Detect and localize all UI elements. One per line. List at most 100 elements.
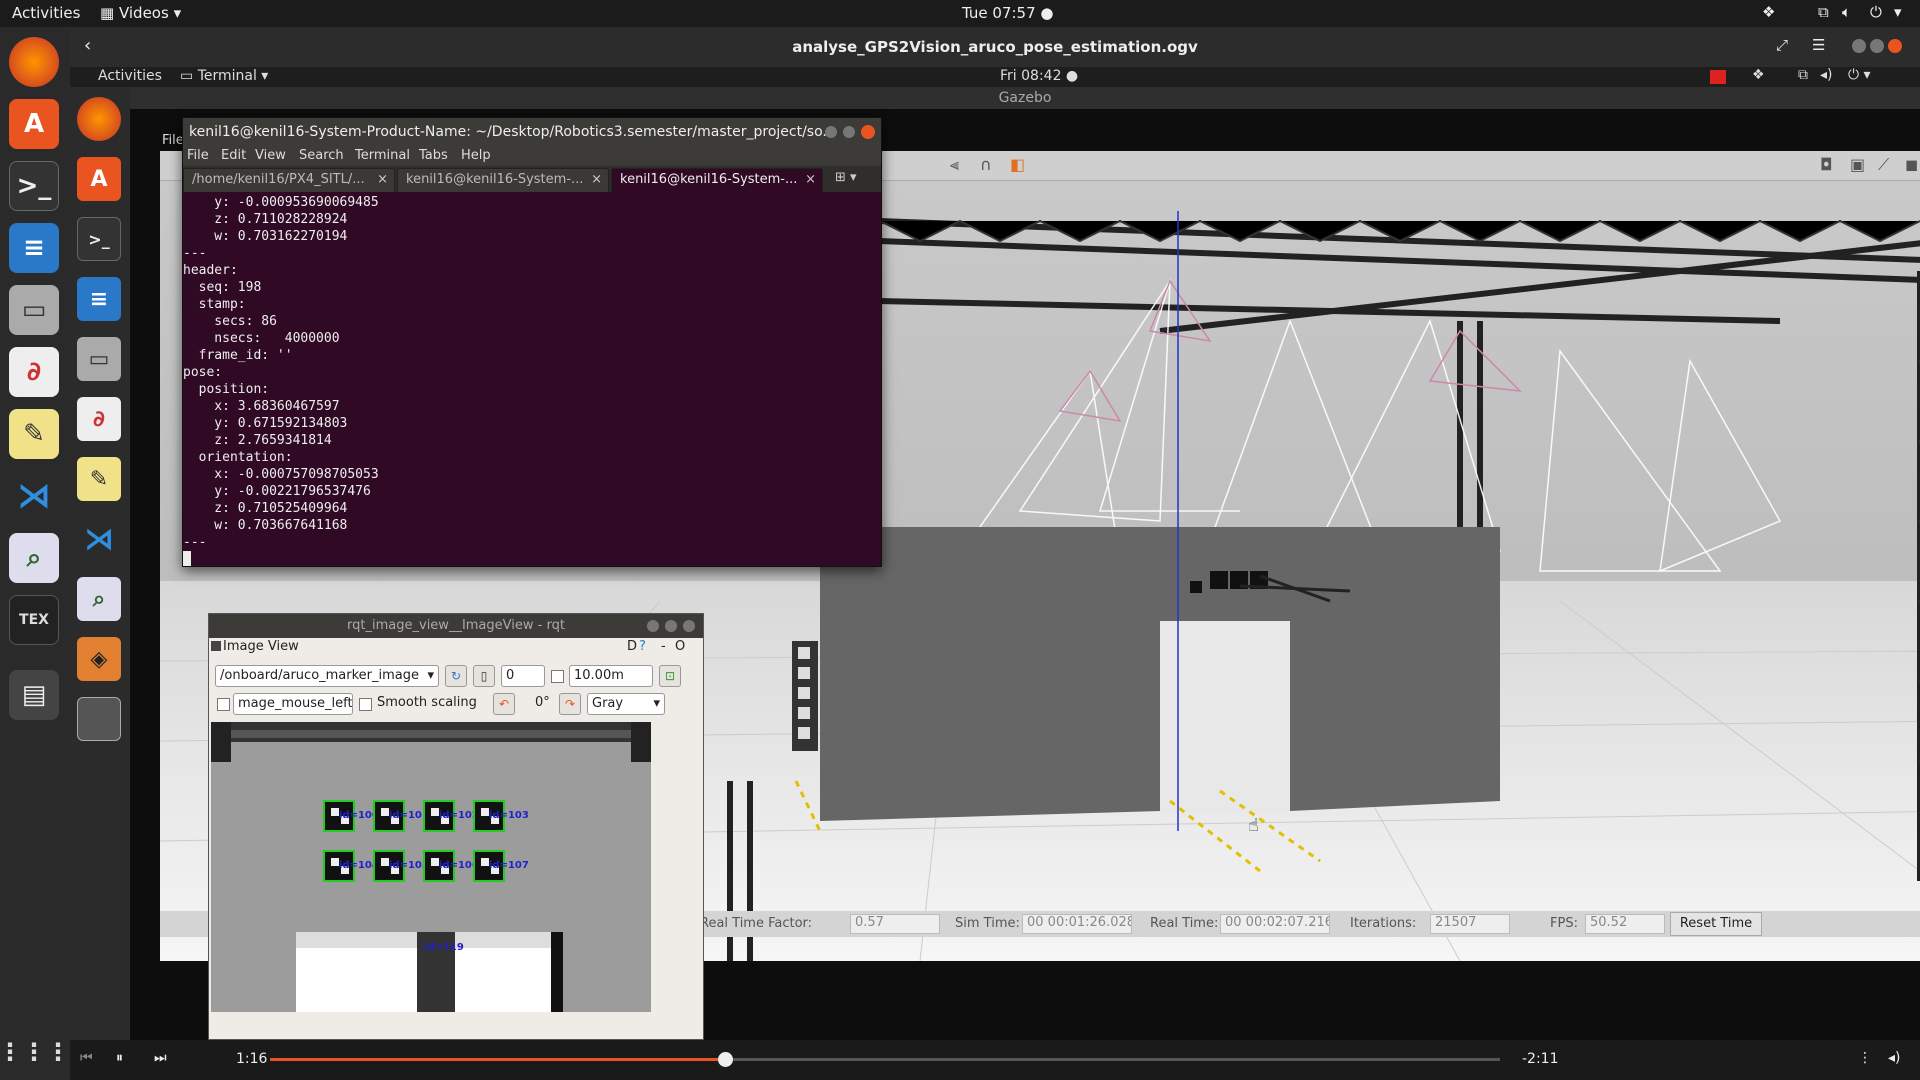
- network-icon: ⧉: [1798, 67, 1808, 83]
- max-range-value: 10.00m: [574, 668, 624, 683]
- mouse-checkbox: [217, 698, 230, 711]
- video-cam-icon: ◼: [1905, 155, 1919, 174]
- tab-label: /home/kenil16/PX4_SITL/...: [192, 172, 365, 187]
- texmaker-icon[interactable]: TEX: [9, 595, 59, 645]
- camera-icon: ◘: [1820, 155, 1833, 174]
- power-icon[interactable]: ⏻: [1870, 3, 1882, 21]
- app-grid-icon[interactable]: ⋮⋮⋮: [0, 1027, 70, 1077]
- activities-button[interactable]: Activities: [12, 4, 80, 22]
- terminal-line: x: -0.000757098705053: [183, 467, 379, 482]
- more-options-icon[interactable]: ⋮: [1858, 1050, 1872, 1066]
- chevron-down-icon: ▾: [427, 668, 434, 683]
- spin-box: 0: [501, 665, 545, 687]
- rqt-toolbar-2: mage_mouse_left Smooth scaling ↶ 0° ↷ Gr…: [209, 690, 703, 718]
- network-icon[interactable]: ⧉: [1818, 3, 1829, 21]
- status-real-label: Real Time:: [1150, 916, 1219, 931]
- menu-icon[interactable]: ☰: [1812, 36, 1825, 54]
- volume-icon: ◂): [1820, 67, 1833, 83]
- dropbox-icon: ❖: [1752, 67, 1765, 83]
- status-rtf-value: 0.57: [850, 914, 940, 934]
- video-player-icon[interactable]: ▤: [9, 670, 59, 720]
- seek-handle[interactable]: [718, 1052, 733, 1067]
- terminal-small-icon: ▭: [180, 68, 198, 84]
- terminal-line: orientation:: [183, 450, 293, 465]
- previous-icon[interactable]: ⏮: [80, 1050, 93, 1066]
- tab-label: kenil16@kenil16-System-...: [406, 172, 584, 187]
- terminal-cursor: [183, 551, 191, 566]
- volume-icon[interactable]: ◂): [1888, 1050, 1901, 1066]
- terminal-line: secs: 86: [183, 314, 277, 329]
- clock[interactable]: Tue 07:57 ●: [962, 4, 1053, 22]
- software-center-icon[interactable]: A: [9, 99, 59, 149]
- colormap-combo: Gray ▾: [587, 693, 665, 715]
- hand-cursor-icon: ☝: [1248, 815, 1259, 836]
- maximize-icon[interactable]: [1870, 39, 1884, 53]
- rotate-left-icon: ↶: [493, 693, 515, 715]
- vscode-icon[interactable]: ⋊: [9, 471, 59, 521]
- app-menu[interactable]: ▦ Videos ▾: [100, 4, 181, 22]
- terminal-window: kenil16@kenil16-System-Product-Name: ~/D…: [182, 117, 882, 567]
- terminal-tab-1: /home/kenil16/PX4_SITL/... ×: [183, 168, 395, 192]
- close-icon: [683, 620, 695, 632]
- terminal-line: z: 2.7659341814: [183, 433, 332, 448]
- tab-close-icon: ×: [805, 172, 816, 187]
- terminal-line: position:: [183, 382, 270, 397]
- menu-edit: Edit: [221, 148, 247, 163]
- terminal-lines: y: -0.000953690069485 z: 0.711028228924 …: [183, 194, 881, 551]
- terminal-line: w: 0.703162270194: [183, 229, 348, 244]
- seek-bar-fill: [270, 1058, 725, 1061]
- minimize-icon: [647, 620, 659, 632]
- status-rtf-label: Real Time Factor:: [700, 916, 813, 931]
- record-icon: [1710, 70, 1726, 84]
- maximize-icon: [665, 620, 677, 632]
- rotation-label: 0°: [535, 695, 550, 710]
- writer-icon[interactable]: ≡: [9, 223, 59, 273]
- fullscreen-icon[interactable]: ⤢: [1776, 36, 1788, 54]
- inner-top-bar: Activities ▭ Terminal ▾ Fri 08:42 ● ❖ ⧉ …: [70, 67, 1920, 87]
- terminal-line: frame_id: '': [183, 348, 293, 363]
- tab-label: kenil16@kenil16-System-...: [620, 172, 798, 187]
- video-frame[interactable]: Activities ▭ Terminal ▾ Fri 08:42 ● ❖ ⧉ …: [70, 67, 1920, 1040]
- files-icon[interactable]: ▭: [9, 285, 59, 335]
- chevron-down-icon: ▾: [173, 4, 182, 22]
- firefox-icon[interactable]: [9, 37, 59, 87]
- pause-icon[interactable]: ⏸: [116, 1050, 123, 1066]
- terminal-line: z: 0.710525409964: [183, 501, 348, 516]
- colormap-value: Gray: [592, 696, 624, 711]
- zoom-fit-icon: ⊡: [659, 665, 681, 687]
- status-real-value: 00 00:02:07.216: [1220, 914, 1330, 934]
- next-icon[interactable]: ⏭: [154, 1050, 167, 1066]
- status-sim-value: 00 00:01:26.028: [1022, 914, 1132, 934]
- max-range-spinbox: 10.00m: [569, 665, 653, 687]
- gazebo-window-title: Gazebo: [130, 87, 1920, 109]
- aruco-marker-label: id=107: [489, 860, 529, 871]
- help-icon: ?: [639, 639, 646, 654]
- pdf-viewer-icon[interactable]: ∂: [9, 347, 59, 397]
- spin-value: 0: [506, 668, 515, 683]
- smooth-scaling-checkbox: [359, 698, 372, 711]
- refresh-icon: ↻: [445, 665, 467, 687]
- text-editor-icon[interactable]: ✎: [9, 409, 59, 459]
- power-icon: ⏻ ▾: [1848, 67, 1871, 83]
- close-icon[interactable]: [1888, 39, 1902, 53]
- terminal-line: nsecs: 4000000: [183, 331, 340, 346]
- terminal-line: w: 0.703667641168: [183, 518, 348, 533]
- smooth-scaling-label: Smooth scaling: [377, 695, 477, 710]
- seek-bar[interactable]: [270, 1052, 1500, 1067]
- terminal-tabs: /home/kenil16/PX4_SITL/... × kenil16@keni…: [183, 166, 881, 192]
- mouse-topic-field: mage_mouse_left: [233, 693, 353, 715]
- dock: A >_ ≡ ▭ ∂ ✎ ⋊ ⌕ TEX ▤ ⋮⋮⋮: [0, 27, 70, 1080]
- image-viewer-icon[interactable]: ⌕: [9, 533, 59, 583]
- minimize-icon[interactable]: [1852, 39, 1866, 53]
- chevron-down-icon[interactable]: ▾: [1894, 3, 1902, 21]
- volume-icon[interactable]: 🔈︎: [1842, 3, 1851, 21]
- dropbox-icon[interactable]: ❖: [1762, 3, 1775, 21]
- terminal-icon[interactable]: >_: [9, 161, 59, 211]
- tab-close-icon: ×: [377, 172, 388, 187]
- menu-search: Search: [299, 148, 344, 163]
- topic-combo: /onboard/aruco_marker_image ▾: [215, 665, 439, 687]
- terminal-tab-2: kenil16@kenil16-System-... ×: [397, 168, 609, 192]
- snap-icon: ∩: [980, 155, 992, 174]
- plugin-title: Image View: [223, 639, 299, 654]
- tab-close-icon: ×: [591, 172, 602, 187]
